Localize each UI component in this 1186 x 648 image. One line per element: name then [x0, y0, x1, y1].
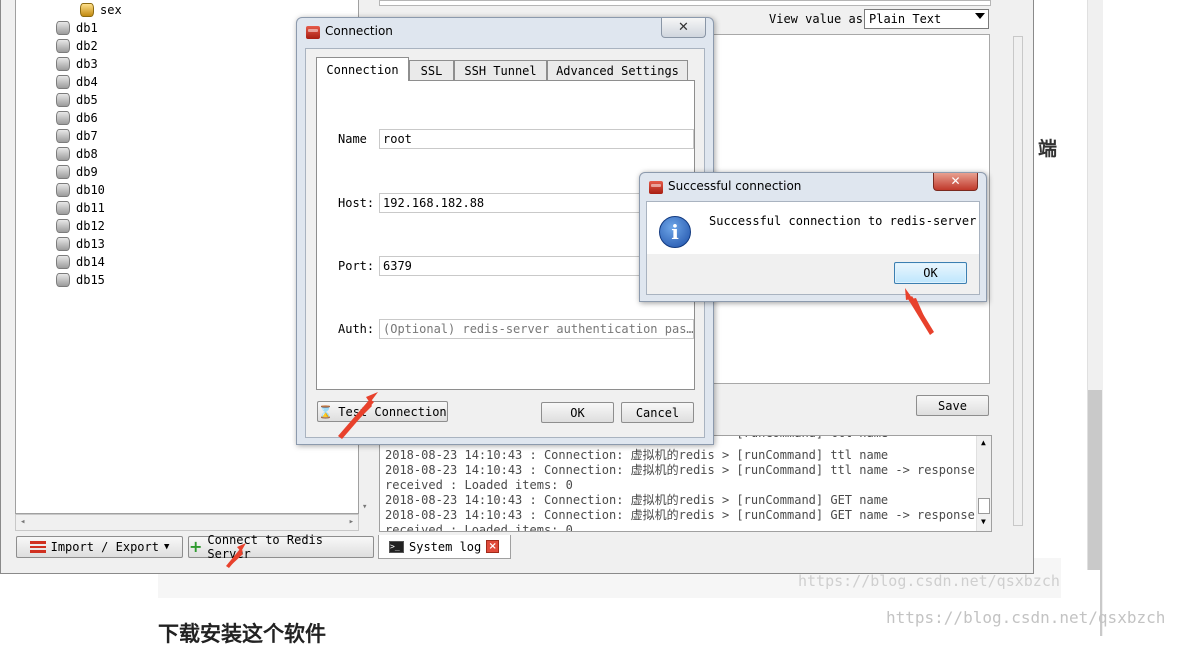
- tab-connection[interactable]: Connection: [316, 57, 409, 81]
- annotation-arrows: [226, 288, 934, 568]
